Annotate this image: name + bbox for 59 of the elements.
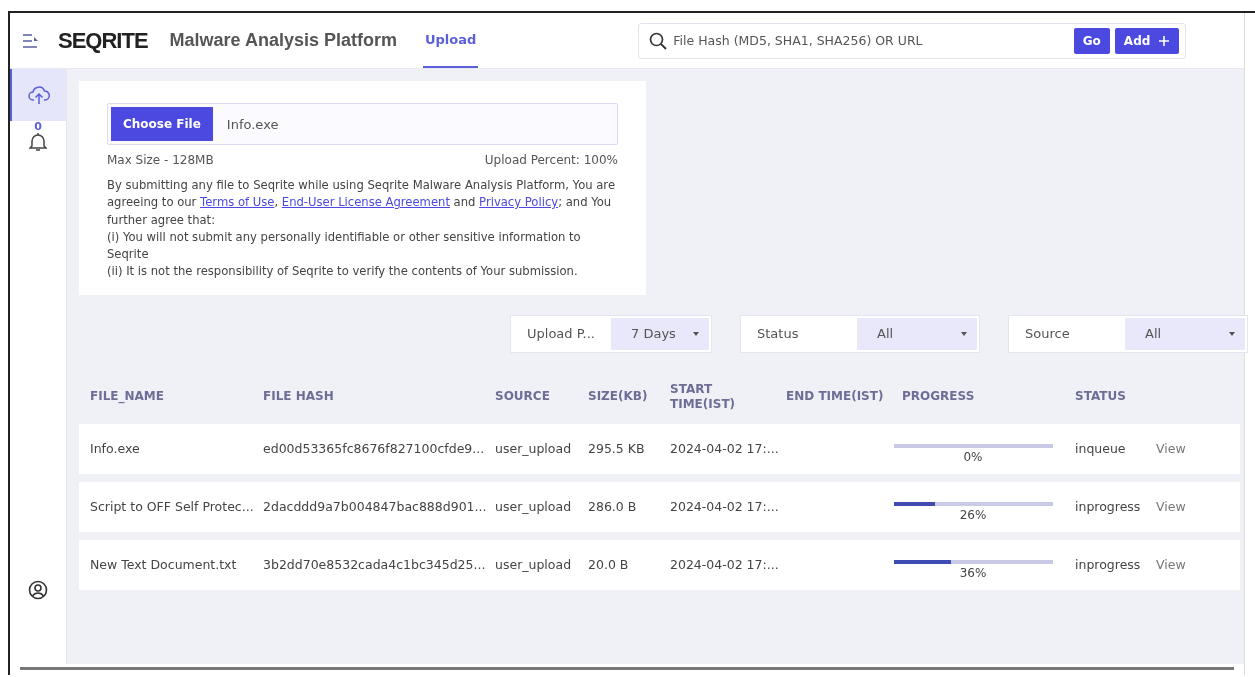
column-header: END TIME(IST) — [785, 389, 885, 405]
filter-dropdown[interactable]: Upload P... 7 Days — [510, 314, 712, 353]
disclaimer-text: By submitting any file to Seqrite while using Seqrite Malware Analysis Platform, You are agreeing to our Terms of Use, End-User License Agreement and Privacy Policy; and You further agree that: — [107, 177, 616, 229]
choose-file-button[interactable]: Choose File — [111, 107, 213, 141]
view-link[interactable]: View — [1156, 557, 1186, 573]
table-cell-text: ed00d53365fc8676f827100cfde9... — [262, 441, 484, 457]
search-field[interactable]: File Hash (MD5, SHA1, SHA256) OR URL Go Add — [638, 22, 1187, 59]
table-cell-text: inprogress — [1074, 499, 1142, 515]
file-field[interactable]: Choose File Info.exe — [107, 103, 618, 145]
upload-cloud-icon — [28, 85, 50, 105]
table-cell-text: inqueue — [1074, 441, 1127, 457]
menu-icon[interactable] — [22, 33, 40, 48]
caret-icon — [961, 331, 967, 336]
table-cell-text: 295.5 KB — [587, 441, 646, 457]
progress-text: 36% — [959, 565, 987, 580]
search-icon — [649, 31, 668, 50]
table-cell-text: Info.exe — [89, 441, 141, 457]
column-header: PROGRESS — [901, 389, 976, 405]
upload-percent-text: Upload Percent: 100% — [484, 153, 618, 167]
plus-icon — [1158, 34, 1171, 47]
file-name: Info.exe — [226, 116, 279, 132]
add-button[interactable]: Add — [1114, 27, 1180, 54]
bell-nav-item[interactable]: 0 — [10, 121, 66, 161]
table-cell-text: 3b2dd70e8532cada4c1bc345d25... — [262, 557, 484, 573]
column-header: STATUS — [1074, 389, 1127, 405]
caret-icon — [1229, 331, 1235, 336]
table-cell-text: 286.0 B — [587, 499, 638, 515]
table-cell-text: inprogress — [1074, 557, 1142, 573]
table-cell-text: New Text Document.txt — [89, 557, 238, 573]
view-link[interactable]: View — [1156, 499, 1186, 515]
column-header: FILE_NAME — [89, 389, 165, 405]
table-cell-text: Script to OFF Self Protec... — [89, 499, 252, 515]
progress-text: 0% — [963, 449, 983, 464]
caret-icon — [693, 331, 699, 336]
table-cell-text: 2dacddd9a7b004847bac888d901... — [262, 499, 484, 515]
disclaimer-text: (i) You will not submit any personally identifiable or other sensitive information to Seqrite — [107, 228, 582, 264]
scrollbar[interactable] — [20, 667, 1234, 670]
column-header: SOURCE — [494, 389, 551, 405]
go-button[interactable]: Go — [1073, 27, 1110, 54]
table-cell-text: user_upload — [494, 557, 573, 573]
column-header: FILE HASH — [262, 389, 335, 405]
column-header: START TIME(IST) — [669, 381, 737, 412]
logo: SEQRITE — [58, 27, 148, 54]
disclaimer-text: (ii) It is not the responsibility of Seqrite to verify the contents of Your submission. — [107, 263, 579, 281]
column-header: SIZE(KB) — [587, 389, 649, 405]
link[interactable]: End-User License Agreement — [281, 195, 450, 210]
table-cell-text: user_upload — [494, 441, 573, 457]
user-icon — [28, 580, 48, 600]
progress-text: 26% — [959, 507, 987, 522]
app-title: Malware Analysis Platform — [169, 30, 397, 51]
table-cell-text: 20.0 B — [587, 557, 630, 573]
max-size-text: Max Size - 128MB — [107, 153, 214, 167]
table-cell-text: user_upload — [494, 499, 573, 515]
filter-dropdown[interactable]: Status All — [740, 314, 980, 353]
view-link[interactable]: View — [1156, 441, 1186, 457]
upload-nav-item[interactable] — [10, 69, 66, 121]
notification-count: 0 — [34, 121, 42, 132]
filter-dropdown[interactable]: Source All — [1008, 314, 1248, 353]
bell-icon — [29, 132, 47, 152]
